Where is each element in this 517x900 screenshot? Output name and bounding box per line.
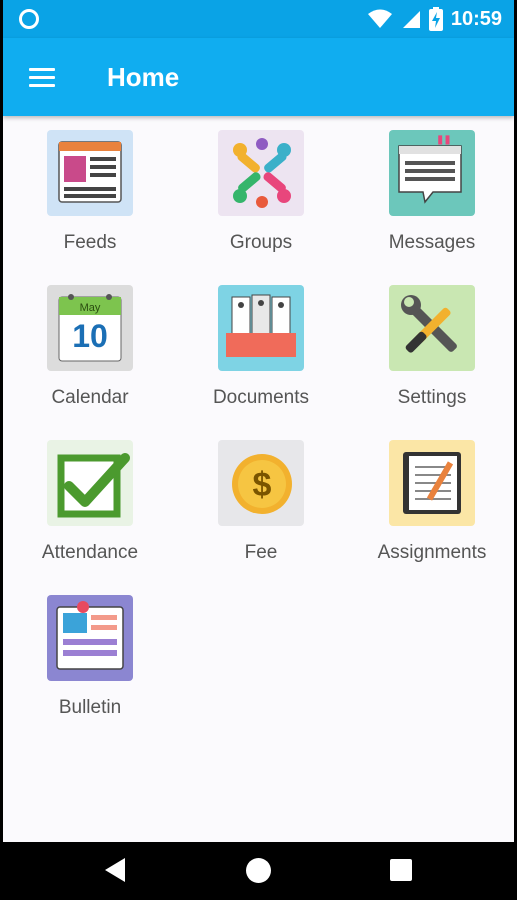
messages-icon: " [389, 130, 475, 216]
tile-settings[interactable]: Settings [357, 285, 507, 425]
tile-calendar[interactable]: May 10 Calendar [15, 285, 165, 425]
status-time: 10:59 [450, 7, 502, 30]
tile-label: Groups [229, 232, 293, 253]
fee-icon: $ [218, 440, 304, 526]
tile-label: Bulletin [58, 697, 122, 718]
battery-charging-icon [428, 7, 443, 31]
tile-assignments[interactable]: Assignments [357, 440, 507, 580]
app-bar: Home [3, 38, 514, 116]
tile-label: Documents [212, 387, 310, 408]
status-bar: 10:59 [3, 0, 514, 38]
tile-label: Messages [388, 232, 476, 253]
tile-label: Attendance [41, 542, 139, 563]
tile-label: Assignments [377, 542, 487, 563]
calendar-icon: May 10 [47, 285, 133, 371]
tile-feeds[interactable]: Feeds [15, 130, 165, 270]
documents-icon [218, 285, 304, 371]
calendar-day: 10 [72, 318, 108, 354]
tile-groups[interactable]: Groups [186, 130, 336, 270]
back-icon[interactable] [105, 858, 125, 882]
tile-messages[interactable]: " Messages [357, 130, 507, 270]
tile-label: Feeds [63, 232, 117, 253]
tile-label: Settings [397, 387, 467, 408]
page-title: Home [107, 62, 180, 92]
tile-label: Fee [244, 542, 278, 563]
attendance-icon [47, 440, 133, 526]
calendar-month: May [80, 302, 101, 314]
recent-apps-icon[interactable] [390, 859, 412, 881]
tile-fee[interactable]: $ Fee [186, 440, 336, 580]
system-nav-bar [0, 842, 517, 900]
hamburger-menu-icon[interactable] [25, 60, 61, 94]
tile-attendance[interactable]: Attendance [15, 440, 165, 580]
home-icon[interactable] [246, 858, 271, 883]
bulletin-icon [47, 595, 133, 681]
tile-documents[interactable]: Documents [186, 285, 336, 425]
fee-symbol: $ [253, 466, 272, 504]
cell-signal-icon [402, 11, 420, 28]
status-icons: 10:59 [367, 6, 502, 32]
sync-circle-icon [19, 9, 39, 29]
tile-bulletin[interactable]: Bulletin [15, 595, 165, 735]
feeds-icon [47, 130, 133, 216]
groups-icon [218, 130, 304, 216]
wifi-icon [367, 9, 392, 28]
assignments-icon [389, 440, 475, 526]
svg-text:": " [435, 130, 453, 169]
settings-icon [389, 285, 475, 371]
tile-label: Calendar [51, 387, 129, 408]
app-screen: 10:59 Home Feeds Groups " Messages May 1… [0, 0, 517, 900]
